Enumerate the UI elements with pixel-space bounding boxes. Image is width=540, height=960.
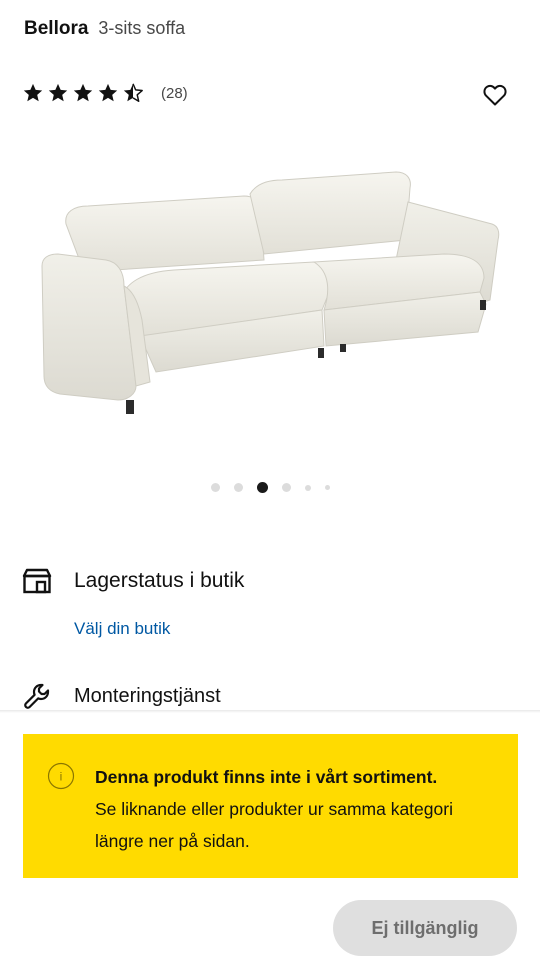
assembly-service-label: Monteringstjänst xyxy=(74,684,221,707)
favorite-button[interactable] xyxy=(482,82,508,108)
store-stock-label: Lagerstatus i butik xyxy=(74,569,245,592)
choose-store-link[interactable]: Välj din butik xyxy=(74,619,170,639)
carousel-dot-active[interactable] xyxy=(256,482,268,493)
store-stock-section[interactable]: Lagerstatus i butik xyxy=(22,566,244,596)
carousel-dot[interactable] xyxy=(304,484,311,491)
image-carousel-dots[interactable] xyxy=(0,482,540,493)
info-icon: i xyxy=(47,762,75,790)
star-icon xyxy=(48,83,68,102)
wrench-icon xyxy=(22,681,52,711)
product-name: Bellora xyxy=(24,18,89,39)
sticky-divider xyxy=(0,710,540,713)
info-icon-glyph: i xyxy=(60,770,63,784)
star-icon xyxy=(23,83,43,102)
store-icon xyxy=(22,566,52,596)
carousel-dot[interactable] xyxy=(233,483,243,492)
product-header: Bellora 3-sits soffa xyxy=(24,18,185,48)
rating-stars xyxy=(22,82,147,104)
review-count[interactable]: (28) xyxy=(161,85,188,102)
rating-row[interactable]: (28) xyxy=(22,82,188,104)
product-description: 3-sits soffa xyxy=(98,18,186,38)
star-icon xyxy=(73,83,93,102)
notice-title: Denna produkt finns inte i vårt sortimen… xyxy=(95,767,438,787)
product-image[interactable] xyxy=(24,150,516,440)
star-icon xyxy=(98,83,118,102)
heart-icon xyxy=(483,84,507,106)
carousel-dot[interactable] xyxy=(210,483,220,492)
unavailable-notice: i Denna produkt finns inte i vårt sortim… xyxy=(23,734,518,878)
assembly-service-section[interactable]: Monteringstjänst xyxy=(22,681,221,711)
half-star-icon xyxy=(123,83,143,102)
carousel-dot[interactable] xyxy=(324,485,330,490)
carousel-dot[interactable] xyxy=(281,483,291,492)
not-available-button[interactable]: Ej tillgänglig xyxy=(333,900,517,956)
notice-body: Se liknande eller produkter ur samma kat… xyxy=(95,799,453,851)
